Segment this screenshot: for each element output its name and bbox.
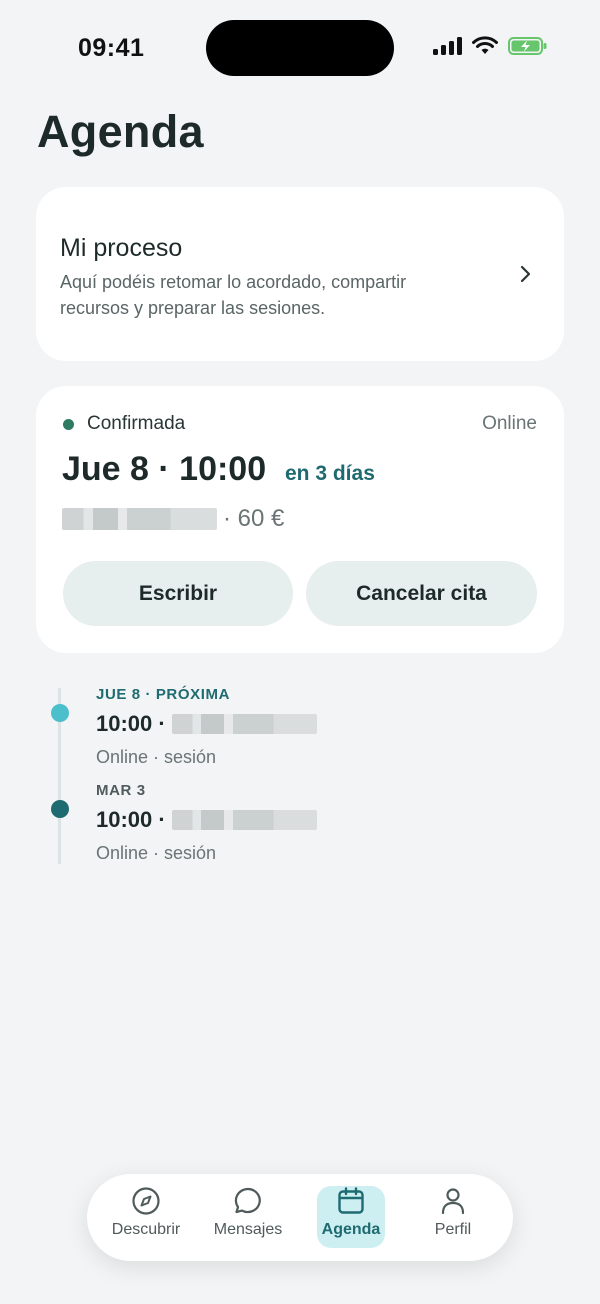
- nav-item-descubrir[interactable]: Descubrir: [101, 1186, 191, 1248]
- nav-label: Perfil: [434, 1221, 472, 1238]
- bottom-nav: Descubrir Mensajes Agenda Perfil: [87, 1174, 513, 1261]
- appointment-mode: Online: [482, 413, 537, 434]
- status-dot: [63, 419, 74, 430]
- appointment-card: Confirmada Online Jue 8 · 10:00 en 3 día…: [36, 386, 564, 653]
- timeline-time: 10:00 ·: [96, 711, 166, 736]
- timeline-date: JUE 8 · PRÓXIMA: [96, 686, 231, 703]
- page-title: Agenda: [37, 106, 204, 157]
- redacted-name: [171, 810, 317, 830]
- nav-item-perfil[interactable]: Perfil: [408, 1186, 498, 1248]
- dynamic-island: [206, 20, 394, 76]
- compass-icon: [132, 1187, 160, 1215]
- chat-bubble-icon: [234, 1187, 261, 1214]
- status-icons: [433, 36, 548, 56]
- nav-item-mensajes[interactable]: Mensajes: [203, 1186, 293, 1248]
- process-card-title: Mi proceso: [60, 234, 183, 262]
- timeline-dot-next: [51, 704, 69, 722]
- status-time: 09:41: [78, 34, 145, 62]
- timeline-item[interactable]: MAR 3 10:00 · Online · sesión: [96, 782, 317, 864]
- write-button[interactable]: Escribir: [63, 561, 293, 626]
- nav-label: Agenda: [321, 1221, 381, 1238]
- redacted-name: [171, 714, 317, 734]
- battery-charging-icon: [508, 37, 547, 55]
- nav-label: Descubrir: [111, 1221, 181, 1238]
- appointment-status: Confirmada: [87, 413, 186, 434]
- person-icon: [441, 1188, 465, 1215]
- sessions-timeline: JUE 8 · PRÓXIMA 10:00 · Online · sesión …: [0, 680, 600, 870]
- wifi-icon: [472, 36, 498, 54]
- timeline-time: 10:00 ·: [96, 807, 166, 832]
- appointment-relative-time: en 3 días: [285, 462, 375, 485]
- nav-item-agenda[interactable]: Agenda: [317, 1186, 385, 1248]
- cellular-signal-icon: [433, 37, 462, 55]
- redacted-name: [62, 508, 217, 530]
- calendar-icon: [338, 1187, 364, 1214]
- status-bar: 09:41: [0, 0, 600, 96]
- appointment-datetime: Jue 8 · 10:00: [62, 450, 267, 488]
- cancel-appointment-button[interactable]: Cancelar cita: [306, 561, 537, 626]
- nav-label: Mensajes: [213, 1221, 283, 1238]
- appointment-price: · 60 €: [223, 505, 285, 532]
- timeline-time-row: 10:00 ·: [96, 711, 317, 737]
- timeline-item[interactable]: JUE 8 · PRÓXIMA 10:00 · Online · sesión: [96, 686, 317, 768]
- timeline-dot-past: [51, 800, 69, 818]
- process-card-description: Aquí podéis retomar lo acordado, compart…: [60, 272, 407, 318]
- timeline-meta: Online · sesión: [96, 747, 217, 767]
- timeline-meta: Online · sesión: [96, 843, 217, 863]
- chevron-right-icon: [520, 265, 531, 283]
- process-card[interactable]: Mi proceso Aquí podéis retomar lo acorda…: [36, 187, 564, 361]
- timeline-date: MAR 3: [96, 782, 146, 799]
- timeline-time-row: 10:00 ·: [96, 807, 317, 833]
- appointment-price-row: · 60 €: [62, 505, 284, 533]
